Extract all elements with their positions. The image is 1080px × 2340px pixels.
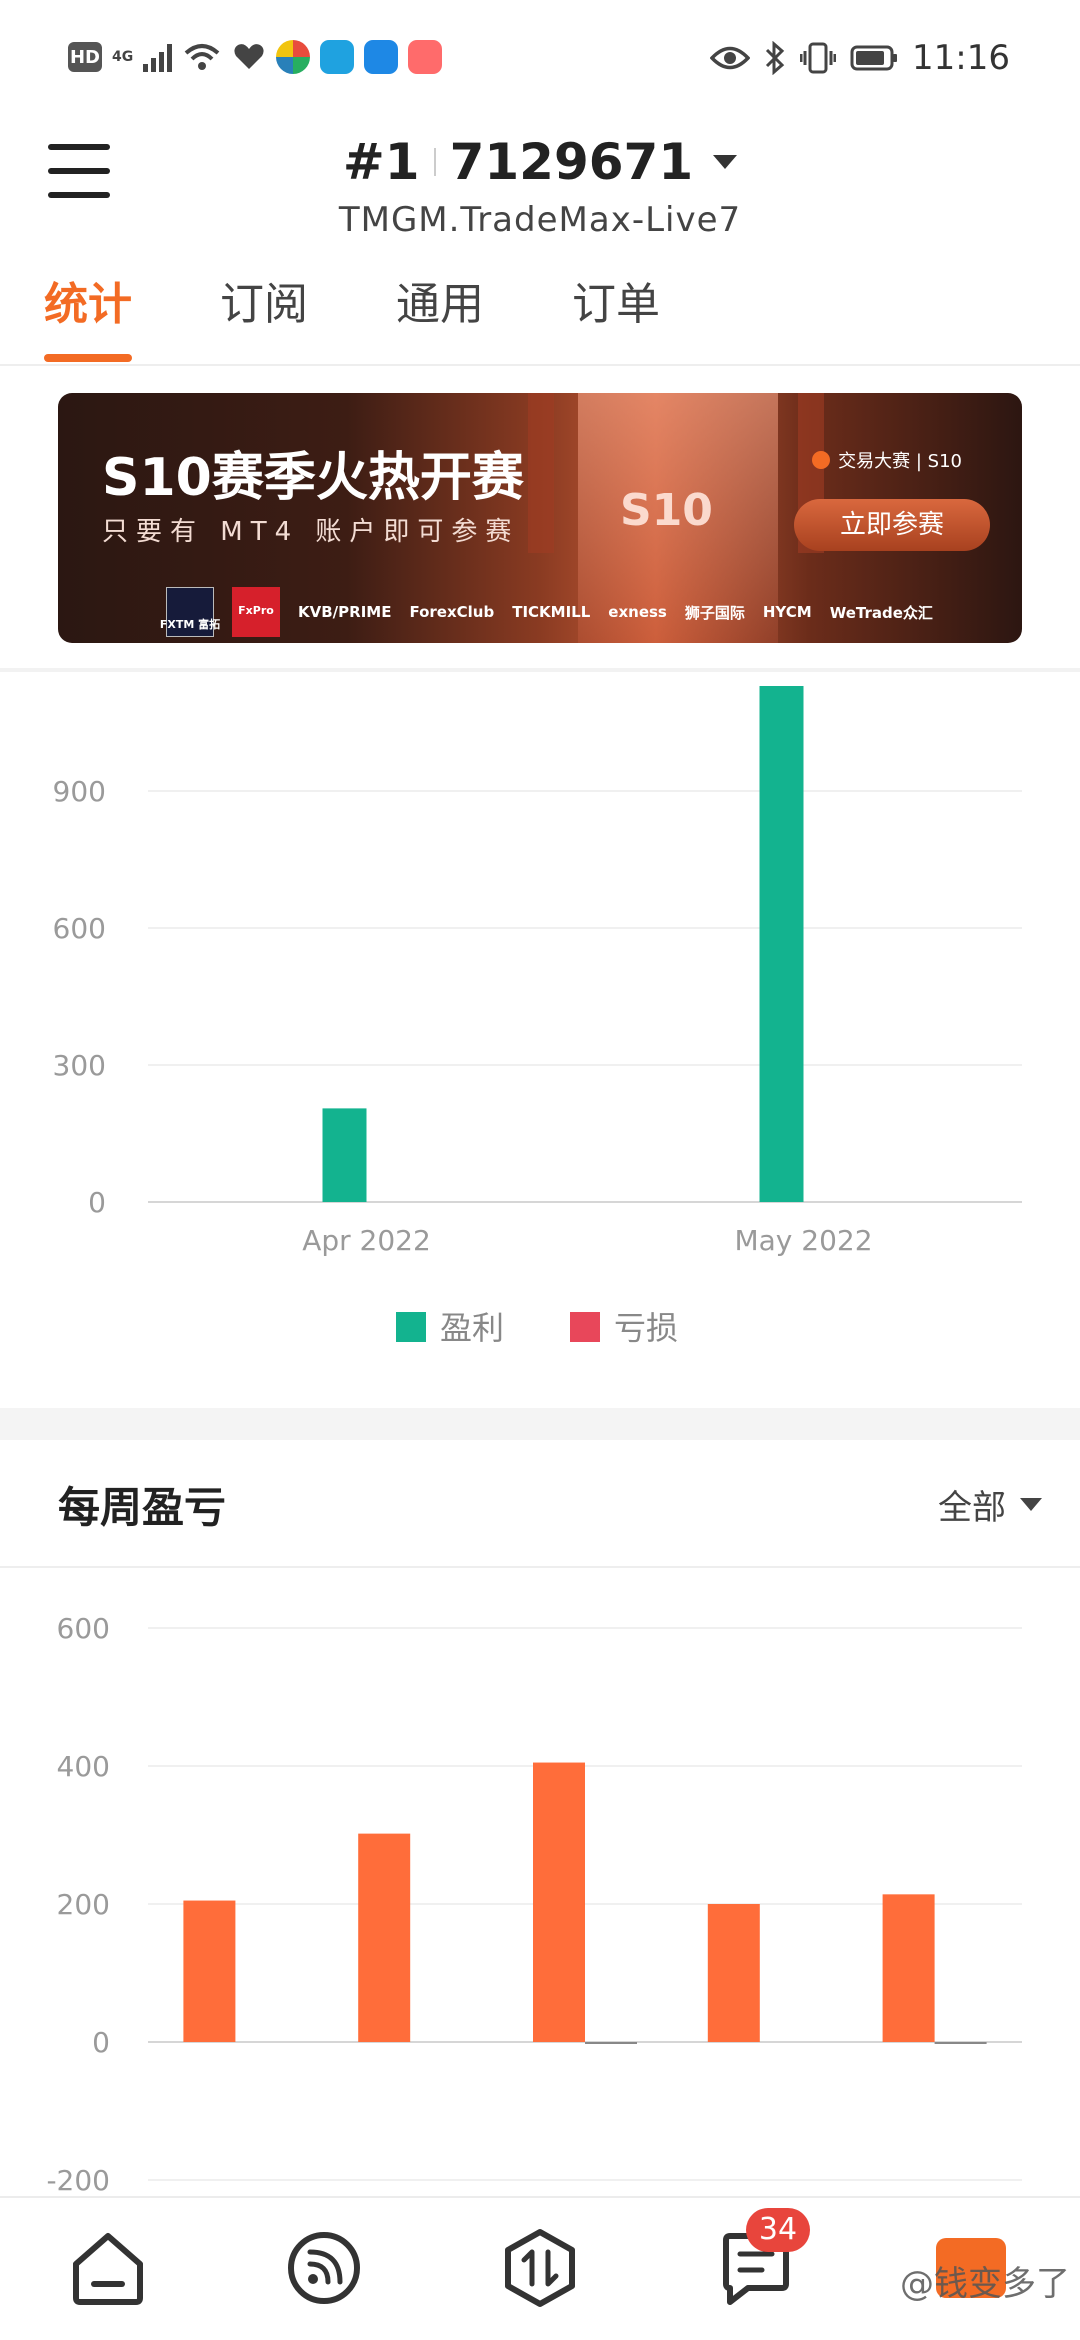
tab-general[interactable]: 通用 (396, 270, 484, 366)
tab-label: 通用 (396, 279, 484, 330)
server-name: TMGM.TradeMax-Live7 (338, 200, 742, 240)
sponsor-logo: exness (608, 603, 667, 621)
home-icon (73, 2233, 143, 2305)
section-divider (0, 1408, 1080, 1440)
account-prefix: #1 (342, 133, 420, 191)
app-icon-search (364, 40, 399, 74)
app-icon-shop (408, 40, 443, 74)
weekly-pnl-header: 每周盈亏 全部 (0, 1440, 1080, 1568)
bar-profit (322, 1108, 367, 1202)
banner-brand-text: 交易大赛 | S10 (838, 451, 962, 472)
tab-subscribe[interactable]: 订阅 (220, 270, 308, 366)
banner-subtitle: 只要有 MT4 账户即可参赛 (102, 517, 520, 547)
sponsor-logo: 狮子国际 (684, 603, 745, 622)
bluetooth-icon (765, 41, 785, 75)
eye-icon (710, 46, 751, 70)
menu-icon[interactable] (46, 142, 112, 202)
sponsor-logo: FXTM 富拓 (160, 587, 220, 637)
x-tick-label: Apr 2022 (302, 1224, 431, 1257)
sponsor-logo: FxPro (232, 587, 280, 637)
bar-weekly-profit (882, 1894, 935, 2042)
signal-icon (143, 42, 173, 72)
vibrate-icon (800, 42, 837, 74)
sponsor-logo: KVB/PRIME (298, 603, 392, 621)
monthly-pnl-chart: 0 300 600 900 Apr 2022 May 2022 盈利 亏损 (0, 672, 1080, 1408)
x-tick-label: May 2022 (734, 1224, 872, 1257)
tab-bar: 统计 订阅 通用 订单 (0, 270, 1080, 366)
banner-title: S10赛季火热开赛 (102, 448, 524, 508)
unread-badge: 34 (746, 2208, 810, 2252)
y-tick-label: 0 (92, 2026, 110, 2059)
banner-brand: 交易大赛 | S10 (812, 447, 962, 473)
tab-label: 订阅 (220, 279, 308, 330)
sponsor-logo: WeTrade众汇 (829, 603, 933, 622)
promo-banner[interactable]: S10赛季火热开赛 只要有 MT4 账户即可参赛 S10 交易大赛 | S10 … (58, 393, 1022, 643)
status-left: HD 4G (68, 40, 443, 74)
y-tick-label: 200 (57, 1888, 110, 1921)
clock: 11:16 (912, 38, 1010, 78)
sponsor-logos: FXTM 富拓 FxPro KVB/PRIME ForexClub TICKMI… (160, 587, 933, 637)
tab-statistics[interactable]: 统计 (44, 270, 132, 366)
feed-icon (288, 2232, 360, 2304)
chevron-down-icon (713, 155, 738, 169)
y-tick-label: 300 (53, 1049, 106, 1082)
banner-stage-text: S10 (620, 485, 713, 536)
range-filter-dropdown[interactable]: 全部 (938, 1480, 1042, 1529)
tab-label: 订单 (572, 279, 660, 330)
weekly-pnl-title: 每周盈亏 (58, 1483, 227, 1532)
bottom-nav: 34 @钱变多了 (0, 2196, 1080, 2340)
status-bar: HD 4G 11:16 (0, 0, 1080, 120)
bar-weekly-profit (358, 1833, 411, 2042)
range-filter-label: 全部 (938, 1488, 1006, 1528)
legend-label: 亏损 (614, 1309, 678, 1347)
bar-weekly-profit (533, 1762, 585, 2042)
sponsor-logo: HYCM (762, 603, 812, 621)
bar-weekly-profit (183, 1900, 236, 2042)
sponsor-logo: TICKMILL (512, 603, 591, 621)
nav-feed[interactable] (284, 2228, 364, 2308)
app-icon-book (320, 40, 355, 74)
battery-icon (850, 45, 898, 71)
y-tick-label: 600 (57, 1612, 110, 1645)
bar-weekly-loss (934, 2042, 987, 2044)
y-tick-label: 0 (88, 1186, 106, 1219)
account-separator (433, 148, 436, 176)
tab-indicator (44, 354, 132, 362)
bar-weekly-loss (585, 2042, 637, 2044)
chevron-down-icon (1020, 1498, 1042, 1511)
app-icon-colorful (276, 40, 311, 74)
nav-messages[interactable]: 34 (716, 2208, 810, 2308)
y-tick-label: 600 (53, 912, 106, 945)
bar-weekly-profit (707, 1904, 760, 2042)
nav-trade[interactable] (500, 2228, 580, 2308)
account-selector[interactable]: #1 7129671 TMGM.TradeMax-Live7 (0, 120, 1080, 240)
account-number: 7129671 (449, 133, 694, 191)
sponsor-logo: ForexClub (409, 603, 495, 621)
join-contest-button[interactable]: 立即参赛 (794, 499, 990, 551)
weekly-pnl-svg: -200 0 200 400 600 (46, 1612, 1022, 2197)
tab-label: 统计 (44, 279, 132, 330)
network-type: 4G (112, 49, 134, 65)
y-tick-label: -200 (46, 2164, 110, 2197)
nav-home[interactable] (68, 2228, 148, 2308)
legend-swatch (570, 1312, 600, 1342)
legend-label: 盈利 (440, 1309, 504, 1347)
bar-profit (759, 686, 804, 1202)
watermark: @钱变多了 (900, 2264, 1070, 2304)
brand-logo-icon (812, 451, 831, 469)
y-tick-label: 400 (57, 1750, 110, 1783)
status-right: 11:16 (710, 38, 1010, 78)
wifi-icon (184, 44, 220, 70)
tab-orders[interactable]: 订单 (572, 270, 660, 366)
weekly-pnl-card: 每周盈亏 全部 -200 0 200 400 600 (0, 1440, 1080, 2200)
hd-icon: HD (68, 42, 102, 72)
banner-decor (528, 393, 554, 553)
trade-icon (505, 2229, 575, 2307)
monthly-pnl-svg: 0 300 600 900 Apr 2022 May 2022 盈利 亏损 (53, 686, 1022, 1347)
legend-swatch (396, 1312, 426, 1342)
y-tick-label: 900 (53, 775, 106, 808)
health-icon (234, 44, 264, 69)
app-header: #1 7129671 TMGM.TradeMax-Live7 (0, 120, 1080, 250)
